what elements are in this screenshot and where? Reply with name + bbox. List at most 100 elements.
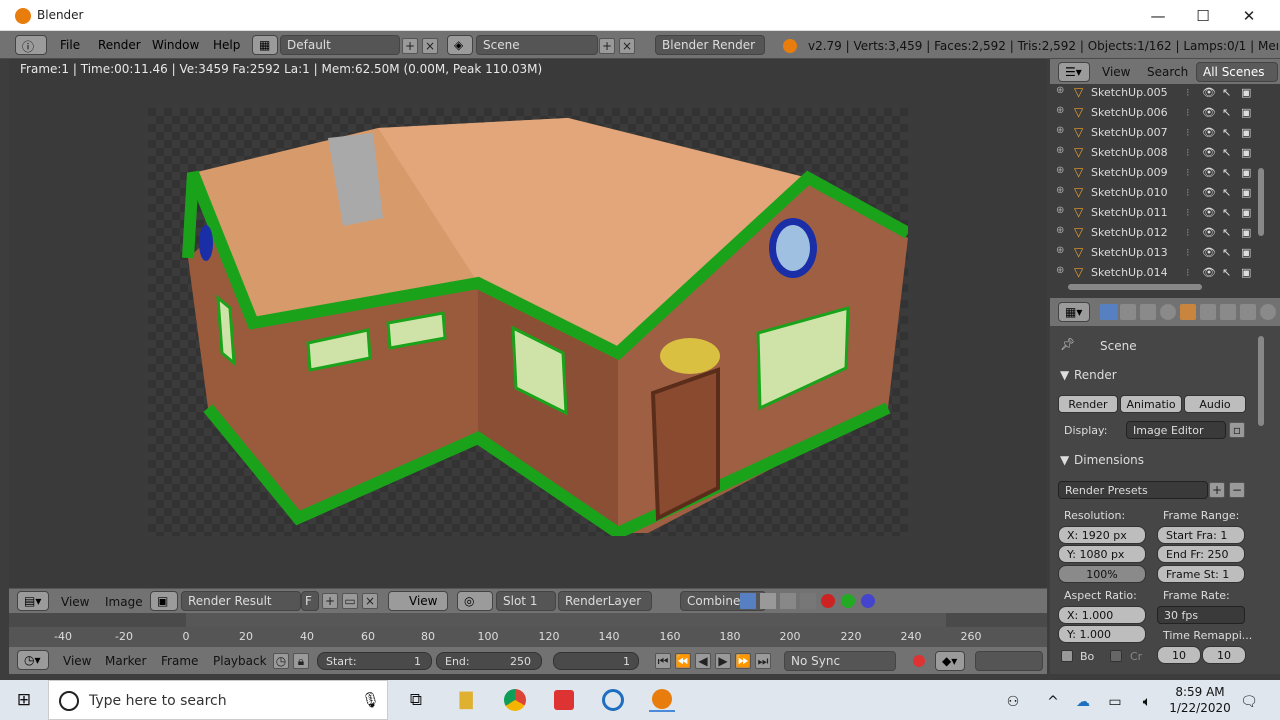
outliner-row[interactable]: ⊕ ▽ SketchUp.005 ⁝ 👁︎ ↖ ▣ [1052, 83, 1266, 103]
render-presets-select[interactable]: Render Presets [1058, 481, 1208, 499]
outliner-view-menu[interactable]: View [1102, 65, 1130, 79]
play-reverse-icon[interactable]: ◀ [695, 653, 711, 669]
properties-editor-type-button[interactable]: ▦▾ [1058, 302, 1090, 322]
preset-remove-icon[interactable]: − [1229, 482, 1245, 498]
start-frame-field[interactable]: Start: 1 [317, 652, 432, 670]
layout-icon-button[interactable]: ▦ [252, 35, 278, 55]
record-icon[interactable] [913, 655, 925, 667]
pivot-icon-button[interactable]: ◎ [457, 591, 493, 611]
outliner-row[interactable]: ⊕ ▽ SketchUp.008 ⁝ 👁︎ ↖ ▣ [1052, 143, 1266, 163]
render-layer-select[interactable]: RenderLayer [558, 591, 652, 611]
play-icon[interactable]: ▶ [715, 653, 731, 669]
outliner-editor-type-button[interactable]: ☰▾ [1058, 62, 1090, 82]
visibility-eye-icon[interactable]: 👁︎ [1202, 86, 1216, 99]
keying-set-field[interactable] [975, 651, 1043, 671]
properties-scrollbar[interactable] [1258, 336, 1264, 426]
object-name[interactable]: SketchUp.012 [1091, 226, 1168, 239]
outliner-row[interactable]: ⊕ ▽ SketchUp.010 ⁝ 👁︎ ↖ ▣ [1052, 183, 1266, 203]
outliner-row[interactable]: ⊕ ▽ SketchUp.014 ⁝ 👁︎ ↖ ▣ [1052, 263, 1266, 283]
display-mode-select[interactable]: All Scenes [1196, 62, 1278, 82]
menu-window[interactable]: Window [152, 38, 199, 52]
onedrive-icon[interactable]: ☁ [1070, 690, 1096, 714]
crop-checkbox[interactable] [1110, 650, 1122, 662]
blender-taskbar-icon[interactable] [649, 688, 675, 712]
render-camera-icon[interactable]: ▣ [1241, 206, 1251, 219]
visibility-eye-icon[interactable]: 👁︎ [1202, 106, 1216, 119]
cortana-app-icon[interactable] [600, 688, 626, 712]
lock-interface-icon[interactable]: ▫ [1229, 422, 1245, 438]
material-tab-icon[interactable] [1260, 304, 1276, 320]
select-cursor-icon[interactable]: ↖ [1222, 126, 1231, 139]
scene-icon-button[interactable]: ◈ [447, 35, 473, 55]
alpha-only-icon[interactable] [780, 593, 796, 609]
aspect-y-field[interactable]: Y: 1.000 [1058, 625, 1146, 643]
view-menu[interactable]: View [61, 595, 89, 609]
visibility-eye-icon[interactable]: 👁︎ [1202, 186, 1216, 199]
object-name[interactable]: SketchUp.008 [1091, 146, 1168, 159]
image-browse-icon[interactable]: ▣ [150, 591, 178, 611]
select-cursor-icon[interactable]: ↖ [1222, 86, 1231, 99]
image-menu[interactable]: Image [105, 595, 143, 609]
visibility-eye-icon[interactable]: 👁︎ [1202, 126, 1216, 139]
expand-icon[interactable]: ⊕ [1056, 105, 1064, 116]
visibility-eye-icon[interactable]: 👁︎ [1202, 206, 1216, 219]
file-explorer-icon[interactable]: ▇ [453, 688, 479, 712]
object-name[interactable]: SketchUp.011 [1091, 206, 1168, 219]
keying-set-icon[interactable]: ◆▾ [935, 651, 965, 671]
outliner-row[interactable]: ⊕ ▽ SketchUp.009 ⁝ 👁︎ ↖ ▣ [1052, 163, 1266, 183]
layout-name-field[interactable]: Default [280, 35, 400, 55]
expand-icon[interactable]: ⊕ [1056, 145, 1064, 156]
fake-user-button[interactable]: F [301, 591, 319, 611]
expand-icon[interactable]: ⊕ [1056, 85, 1064, 96]
timeline-area[interactable] [9, 613, 1047, 646]
select-cursor-icon[interactable]: ↖ [1222, 146, 1231, 159]
jump-keyframe-forward-icon[interactable]: ⏩ [735, 653, 751, 669]
view-mode-select[interactable]: View [388, 591, 448, 611]
render-camera-icon[interactable]: ▣ [1241, 146, 1251, 159]
outliner-scrollbar[interactable] [1258, 168, 1264, 236]
marker-menu[interactable]: Marker [105, 654, 146, 668]
menu-render[interactable]: Render [98, 38, 141, 52]
select-cursor-icon[interactable]: ↖ [1222, 246, 1231, 259]
dimensions-panel-header[interactable]: ▼ Dimensions [1056, 451, 1248, 473]
render-camera-icon[interactable]: ▣ [1241, 126, 1251, 139]
layout-add-icon[interactable]: + [402, 38, 418, 54]
display-select[interactable]: Image Editor [1126, 421, 1226, 439]
select-cursor-icon[interactable]: ↖ [1222, 166, 1231, 179]
chrome-icon[interactable] [502, 688, 528, 712]
timeline-view-menu[interactable]: View [63, 654, 91, 668]
jump-end-icon[interactable]: ⏭ [755, 653, 771, 669]
current-frame-field[interactable]: 1 [553, 652, 639, 670]
modifiers-tab-icon[interactable] [1220, 304, 1236, 320]
render-layers-tab-icon[interactable] [1120, 304, 1136, 320]
people-icon[interactable]: ⚇ [1000, 690, 1026, 714]
editor-type-button[interactable]: ▤▾ [17, 591, 49, 611]
taskbar-clock[interactable]: 8:59 AM 1/22/2020 [1160, 684, 1240, 716]
render-camera-icon[interactable]: ▣ [1241, 166, 1251, 179]
select-cursor-icon[interactable]: ↖ [1222, 106, 1231, 119]
outliner-search-menu[interactable]: Search [1147, 65, 1188, 79]
taskbar-search-box[interactable]: Type here to search 🎙︎ [48, 680, 388, 720]
info-editor-type-button[interactable]: ⓘ ▾ [15, 35, 47, 69]
outliner-row[interactable]: ⊕ ▽ SketchUp.012 ⁝ 👁︎ ↖ ▣ [1052, 223, 1266, 243]
blue-channel-icon[interactable] [861, 594, 875, 608]
red-channel-icon[interactable] [821, 594, 835, 608]
visibility-eye-icon[interactable]: 👁︎ [1202, 246, 1216, 259]
object-name[interactable]: SketchUp.009 [1091, 166, 1168, 179]
preview-range-icon[interactable]: ◷ [273, 653, 289, 669]
world-tab-icon[interactable] [1160, 304, 1176, 320]
expand-icon[interactable]: ⊕ [1056, 265, 1064, 276]
constraints-tab-icon[interactable] [1200, 304, 1216, 320]
expand-icon[interactable]: ⊕ [1056, 185, 1064, 196]
image-name-field[interactable]: Render Result [181, 591, 301, 611]
time-remap-old-field[interactable]: 10 [1157, 646, 1201, 664]
outliner-row[interactable]: ⊕ ▽ SketchUp.006 ⁝ 👁︎ ↖ ▣ [1052, 103, 1266, 123]
aspect-x-field[interactable]: X: 1.000 [1058, 606, 1146, 624]
sketchup-icon[interactable] [551, 688, 577, 712]
object-name[interactable]: SketchUp.013 [1091, 246, 1168, 259]
network-icon[interactable]: ▭ [1102, 690, 1128, 714]
audio-button[interactable]: Audio [1184, 395, 1246, 413]
outliner-row[interactable]: ⊕ ▽ SketchUp.011 ⁝ 👁︎ ↖ ▣ [1052, 203, 1266, 223]
border-checkbox[interactable] [1061, 650, 1073, 662]
expand-icon[interactable]: ⊕ [1056, 245, 1064, 256]
